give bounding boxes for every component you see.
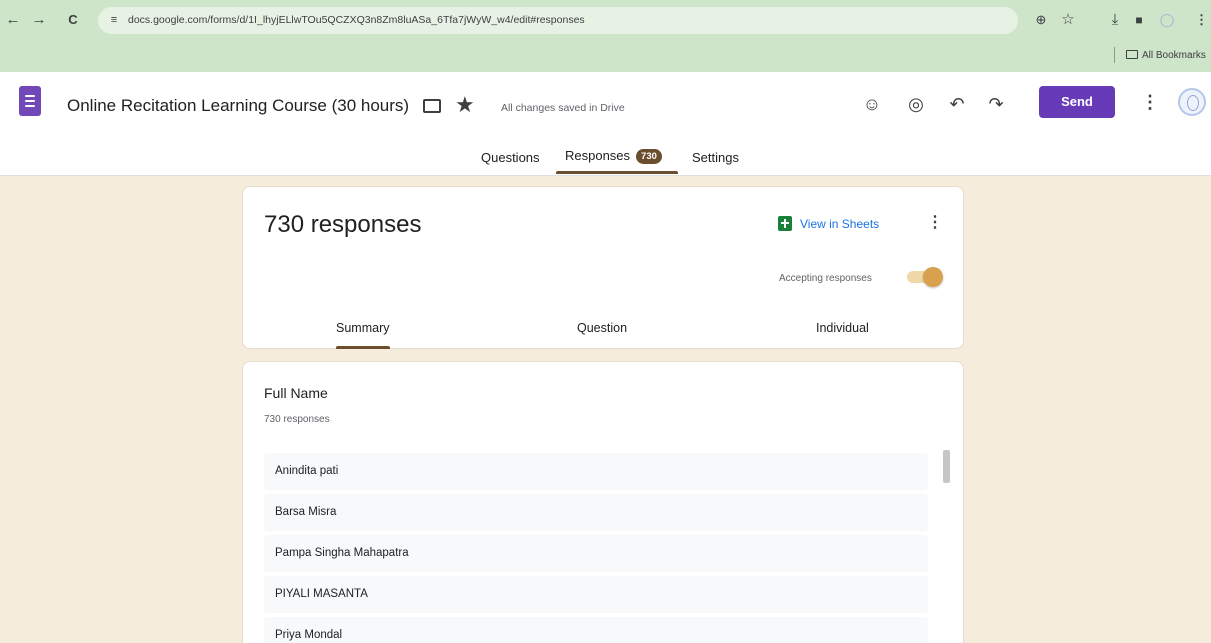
address-bar[interactable]: ≡ docs.google.com/forms/d/1I_lhyjELlwTOu…: [98, 7, 1018, 34]
sheets-icon: [778, 216, 792, 231]
side-panel-icon[interactable]: ■: [1129, 10, 1149, 30]
bookmark-star-icon[interactable]: ☆: [1058, 10, 1078, 30]
accepting-responses-toggle[interactable]: [907, 267, 943, 287]
active-subtab-indicator: [336, 346, 390, 349]
tab-questions[interactable]: Questions: [481, 150, 540, 165]
responses-count-badge: 730: [636, 149, 662, 164]
accepting-responses-label: Accepting responses: [779, 273, 872, 284]
site-info-icon[interactable]: ≡: [106, 13, 122, 28]
list-item: Barsa Misra: [264, 494, 928, 531]
toggle-knob: [923, 267, 943, 287]
all-bookmarks-button[interactable]: All Bookmarks: [1126, 47, 1206, 65]
tab-question[interactable]: Question: [577, 321, 627, 335]
view-in-sheets-button[interactable]: View in Sheets: [778, 216, 879, 231]
responses-more-icon[interactable]: ⋮: [927, 213, 943, 233]
question-response-count: 730 responses: [264, 414, 330, 425]
list-item: Priya Mondal: [264, 617, 928, 643]
tab-individual[interactable]: Individual: [816, 321, 869, 335]
browser-toolbar: ← → C ≡ docs.google.com/forms/d/1I_lhyjE…: [0, 0, 1211, 72]
folder-icon: [1126, 50, 1138, 59]
tab-summary[interactable]: Summary: [336, 321, 389, 335]
list-item: Anindita pati: [264, 453, 928, 490]
back-icon[interactable]: ←: [4, 11, 22, 29]
tab-settings[interactable]: Settings: [692, 150, 739, 165]
responses-summary-card: 730 responses View in Sheets ⋮ Accepting…: [242, 186, 964, 349]
url-text[interactable]: docs.google.com/forms/d/1I_lhyjELlwTOu5Q…: [128, 14, 585, 26]
list-item: Pampa Singha Mahapatra: [264, 535, 928, 572]
view-in-sheets-label: View in Sheets: [800, 217, 880, 231]
bookmarks-divider: [1114, 47, 1115, 63]
active-tab-indicator: [556, 171, 678, 174]
all-bookmarks-label: All Bookmarks: [1142, 50, 1206, 61]
forward-icon[interactable]: →: [30, 11, 48, 29]
profile-icon[interactable]: ◯: [1157, 10, 1177, 30]
question-summary-card: Full Name 730 responses Anindita pati Ba…: [242, 361, 964, 643]
reload-icon[interactable]: C: [64, 11, 82, 29]
tab-responses[interactable]: Responses 730: [565, 148, 662, 164]
zoom-icon[interactable]: ⊕: [1031, 10, 1051, 30]
answer-list: Anindita pati Barsa Misra Pampa Singha M…: [264, 453, 928, 643]
form-tabs: Questions Responses 730 Settings: [0, 72, 1211, 176]
browser-menu-icon[interactable]: ⋮: [1195, 10, 1208, 30]
list-item: PIYALI MASANTA: [264, 576, 928, 613]
download-icon[interactable]: ⤓: [1105, 10, 1125, 30]
question-title: Full Name: [264, 385, 328, 401]
responses-heading: 730 responses: [264, 211, 422, 238]
tab-responses-label: Responses: [565, 148, 631, 163]
answers-scrollbar[interactable]: [943, 450, 950, 483]
